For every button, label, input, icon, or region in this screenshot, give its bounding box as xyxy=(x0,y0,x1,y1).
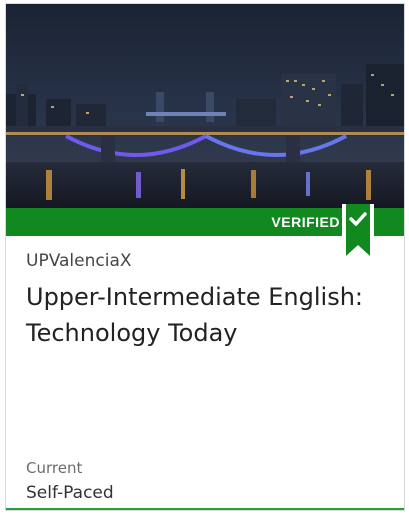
course-organization: UPValenciaX xyxy=(26,251,132,271)
course-card[interactable]: VERIFIED UPValenciaX Upper-Intermediate … xyxy=(5,3,405,511)
city-bridge-night-image xyxy=(6,4,404,208)
course-status-label: Current xyxy=(26,459,83,477)
course-title[interactable]: Upper-Intermediate English: Technology T… xyxy=(26,279,396,351)
course-pace: Self-Paced xyxy=(26,483,114,503)
card-bottom-accent xyxy=(6,508,404,510)
course-image[interactable] xyxy=(6,4,404,208)
bookmark-ribbon-icon xyxy=(342,204,374,264)
verified-badge-label: VERIFIED xyxy=(271,214,340,230)
